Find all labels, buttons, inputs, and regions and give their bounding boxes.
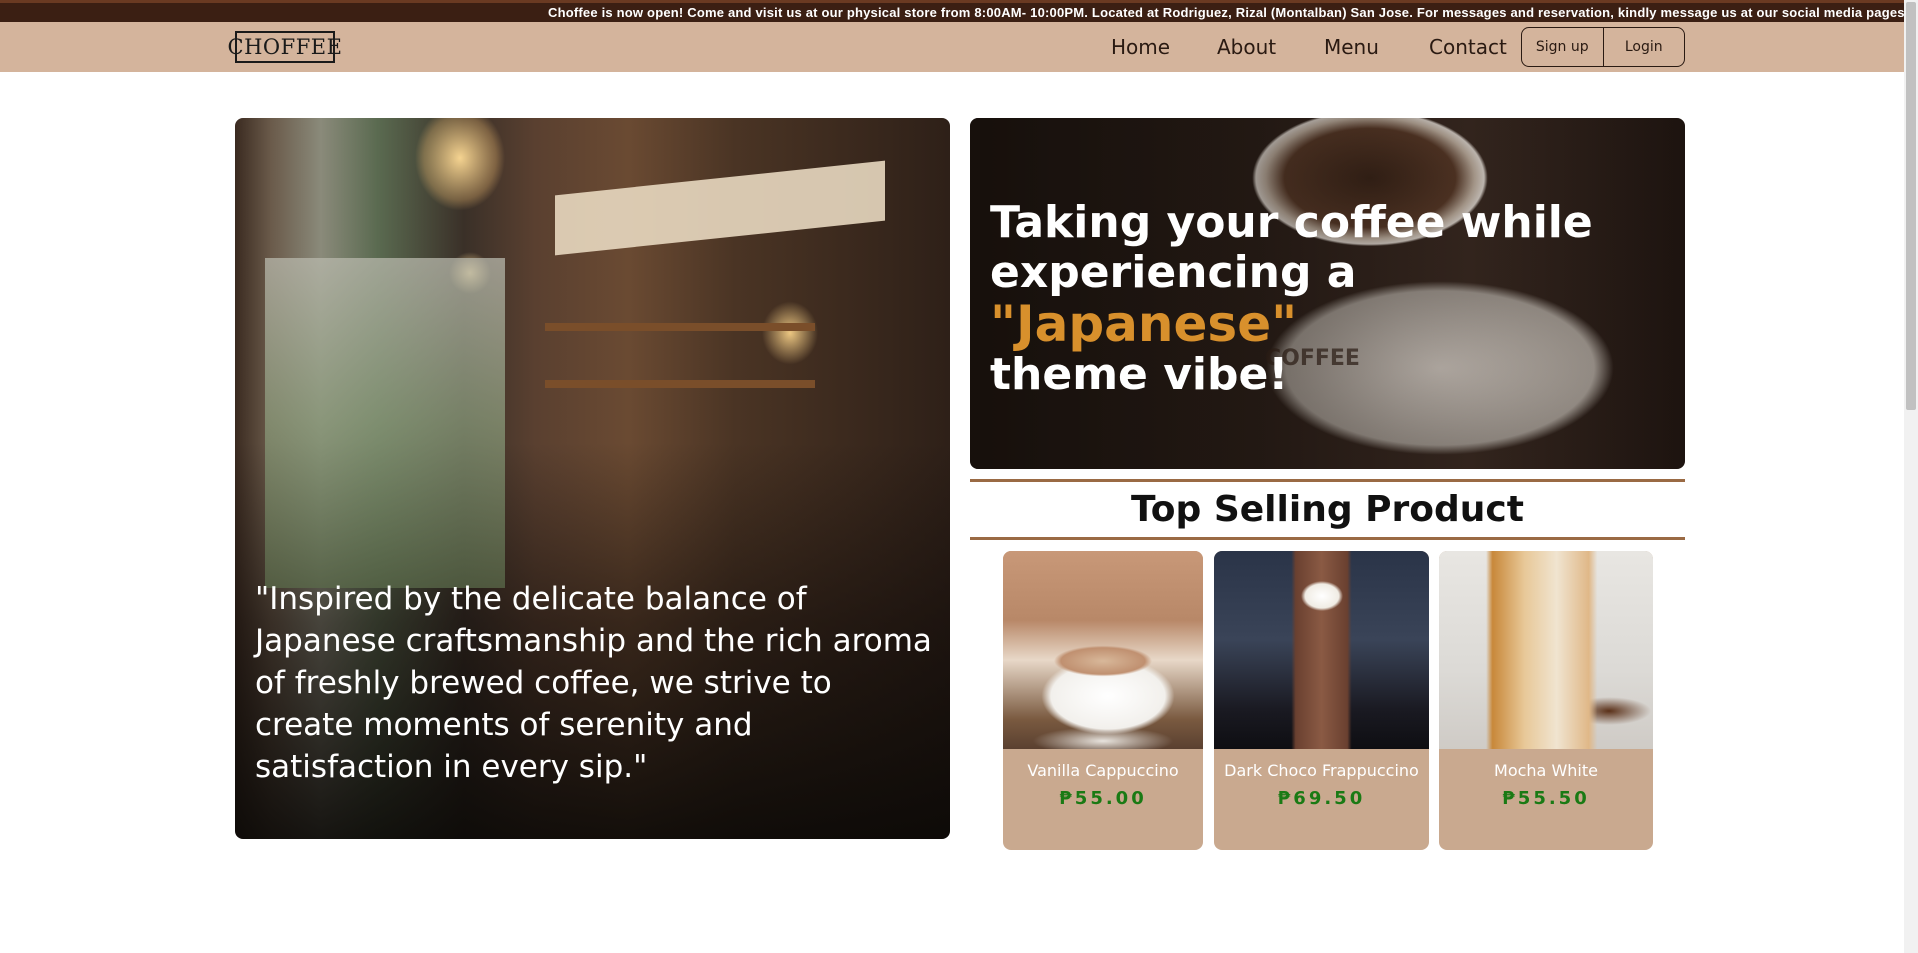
scrollbar-thumb[interactable] xyxy=(1906,2,1916,410)
hero-title-line1: Taking your coffee while experiencing a xyxy=(990,197,1593,298)
hero-quote: "Inspired by the delicate balance of Jap… xyxy=(255,581,932,785)
nav-link-home[interactable]: Home xyxy=(1111,32,1181,62)
product-card-mocha-white[interactable]: Mocha White ₱55.50 xyxy=(1439,551,1653,850)
product-price: ₱55.50 xyxy=(1502,788,1590,809)
product-card-vanilla-cappuccino[interactable]: Vanilla Cappuccino ₱55.00 xyxy=(1003,551,1203,850)
announcement-text: Choffee is now open! Come and visit us a… xyxy=(548,5,1904,20)
product-name: Mocha White xyxy=(1494,761,1598,780)
vertical-scrollbar[interactable] xyxy=(1904,0,1918,953)
nav-link-about[interactable]: About xyxy=(1217,32,1287,62)
signup-button[interactable]: Sign up xyxy=(1522,28,1604,66)
login-button[interactable]: Login xyxy=(1604,28,1685,66)
hero-title-line2: theme vibe! xyxy=(990,349,1289,400)
product-name: Vanilla Cappuccino xyxy=(1027,761,1179,780)
product-image-vanilla-cappuccino xyxy=(1003,551,1203,749)
page: Choffee is now open! Come and visit us a… xyxy=(0,0,1918,953)
product-card-dark-choco-frappuccino[interactable]: Dark Choco Frappuccino ₱69.50 xyxy=(1214,551,1429,850)
nav-link-contact[interactable]: Contact xyxy=(1429,32,1519,62)
hero-title-highlight: "Japanese" xyxy=(990,295,1298,353)
product-price: ₱55.00 xyxy=(1059,788,1147,809)
hero-coffee-image: COFFEE Taking your coffee while experien… xyxy=(970,118,1685,469)
cafe-shelf-decor xyxy=(545,380,815,388)
logo[interactable]: CHOFFEE xyxy=(228,31,342,63)
top-selling-heading: Top Selling Product xyxy=(1131,489,1524,530)
auth-buttons: Sign up Login xyxy=(1521,27,1685,67)
cafe-shelf-decor xyxy=(545,323,815,331)
product-image-dark-choco-frappuccino xyxy=(1214,551,1429,749)
hero-title: Taking your coffee while experiencing a … xyxy=(990,198,1650,400)
product-name: Dark Choco Frappuccino xyxy=(1224,761,1419,780)
cafe-window-decor xyxy=(265,258,505,588)
announcement-bar: Choffee is now open! Come and visit us a… xyxy=(0,0,1904,22)
product-image-mocha-white xyxy=(1439,551,1653,749)
navbar: CHOFFEE Home About Menu Contact Sign up … xyxy=(0,22,1904,72)
hero-cafe-image: "Inspired by the delicate balance of Jap… xyxy=(235,118,950,839)
product-price: ₱69.50 xyxy=(1277,788,1366,809)
nav-link-menu[interactable]: Menu xyxy=(1324,32,1394,62)
top-selling-header: Top Selling Product xyxy=(970,479,1685,540)
product-cards: Vanilla Cappuccino ₱55.00 Dark Choco Fra… xyxy=(1003,551,1653,850)
cafe-sign-decor xyxy=(555,160,885,256)
